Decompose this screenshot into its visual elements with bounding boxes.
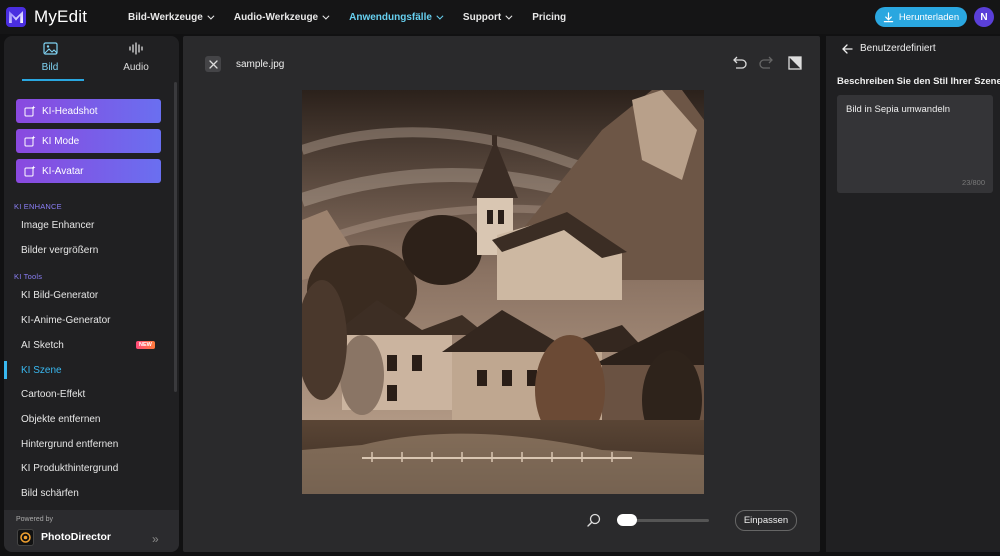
media-tabs: Bild Audio: [4, 36, 179, 81]
fit-button[interactable]: Einpassen: [735, 510, 797, 531]
prompt-text: Bild in Sepia umwandeln: [846, 104, 951, 115]
photodirector-logo-icon: [17, 529, 34, 546]
nav-pricing[interactable]: Pricing: [532, 12, 566, 23]
sidebar-item-ki-produkthintergrund[interactable]: KI Produkthintergrund: [4, 457, 172, 479]
chevron-down-icon: [436, 12, 444, 20]
back-button[interactable]: Benutzerdefiniert: [842, 43, 936, 54]
myedit-logo-icon: [6, 7, 26, 27]
image-icon: [42, 42, 58, 55]
sidebar-item-ai-sketch[interactable]: AI Sketch NEW: [4, 334, 172, 356]
sidebar-item-image-enhancer[interactable]: Image Enhancer: [4, 214, 172, 236]
prompt-input[interactable]: Bild in Sepia umwandeln 23/800: [837, 95, 993, 193]
chevron-down-icon: [322, 12, 330, 20]
compare-icon[interactable]: [787, 56, 803, 70]
chevron-down-icon: [505, 12, 513, 20]
close-icon: [208, 59, 218, 69]
sidebar-item-bild-schaerfen[interactable]: Bild schärfen: [4, 482, 172, 504]
nav-anwendungsfaelle[interactable]: Anwendungsfälle: [349, 12, 444, 23]
sparkle-image-icon: [24, 135, 36, 147]
arrow-left-icon: [842, 43, 853, 54]
sidebar-item-objekte-entfernen[interactable]: Objekte entfernen: [4, 408, 172, 430]
sidebar-item-bilder-vergroessern[interactable]: Bilder vergrößern: [4, 239, 172, 261]
sepia-village-image: [302, 90, 704, 494]
nav-audio-werkzeuge[interactable]: Audio-Werkzeuge: [234, 12, 330, 23]
section-ki-enhance: KI ENHANCE: [14, 202, 62, 211]
download-icon: [883, 11, 894, 22]
ki-avatar-button[interactable]: KI-Avatar: [16, 159, 161, 183]
double-chevron-right-icon[interactable]: »: [152, 532, 159, 546]
zoom-icon[interactable]: [587, 513, 601, 527]
tab-audio[interactable]: Audio: [108, 42, 164, 73]
sidebar-item-ki-bild-generator[interactable]: KI Bild-Generator: [4, 284, 172, 306]
sidebar-item-ki-szene[interactable]: KI Szene: [4, 359, 172, 381]
tools-sidebar: Bild Audio KI-Headshot KI Mode KI-Avatar…: [4, 36, 179, 552]
redo-icon[interactable]: [759, 56, 775, 70]
ki-mode-button[interactable]: KI Mode: [16, 129, 161, 153]
ki-headshot-button[interactable]: KI-Headshot: [16, 99, 161, 123]
new-badge: NEW: [136, 341, 155, 349]
undo-icon[interactable]: [731, 56, 747, 70]
powered-by: Powered by PhotoDirector »: [4, 510, 179, 552]
audio-wave-icon: [129, 42, 143, 55]
close-button[interactable]: [205, 56, 221, 72]
editor-area: sample.jpg Einpassen: [183, 36, 820, 552]
sidebar-item-cartoon-effekt[interactable]: Cartoon-Effekt: [4, 383, 172, 405]
scene-image: [302, 90, 704, 494]
nav-bild-werkzeuge[interactable]: Bild-Werkzeuge: [128, 12, 215, 23]
download-button[interactable]: Herunterladen: [875, 7, 967, 27]
sparkle-image-icon: [24, 105, 36, 117]
app-logo[interactable]: MyEdit: [6, 7, 87, 27]
photodirector-name[interactable]: PhotoDirector: [41, 531, 111, 543]
file-name: sample.jpg: [236, 59, 285, 70]
main-nav: Bild-Werkzeuge Audio-Werkzeuge Anwendung…: [128, 0, 588, 34]
edit-toolbar: [731, 56, 803, 70]
style-panel: Benutzerdefiniert Beschreiben Sie den St…: [826, 36, 1000, 552]
prompt-label: Beschreiben Sie den Stil Ihrer Szene: [837, 76, 1000, 87]
chevron-down-icon: [207, 12, 215, 20]
top-bar: MyEdit Bild-Werkzeuge Audio-Werkzeuge An…: [0, 0, 1000, 34]
sparkle-image-icon: [24, 165, 36, 177]
char-counter: 23/800: [962, 178, 985, 187]
sidebar-scrollbar[interactable]: [174, 82, 177, 392]
powered-by-label: Powered by: [16, 516, 53, 523]
zoom-slider-thumb[interactable]: [617, 514, 637, 526]
sidebar-item-ki-anime-generator[interactable]: KI-Anime-Generator: [4, 309, 172, 331]
user-avatar[interactable]: N: [974, 7, 994, 27]
section-ki-tools: KI Tools: [14, 272, 43, 281]
tab-bild[interactable]: Bild: [22, 42, 78, 73]
nav-support[interactable]: Support: [463, 12, 513, 23]
app-name: MyEdit: [34, 7, 88, 26]
active-tab-indicator: [22, 79, 84, 81]
sidebar-item-hintergrund-entfernen[interactable]: Hintergrund entfernen: [4, 433, 172, 455]
